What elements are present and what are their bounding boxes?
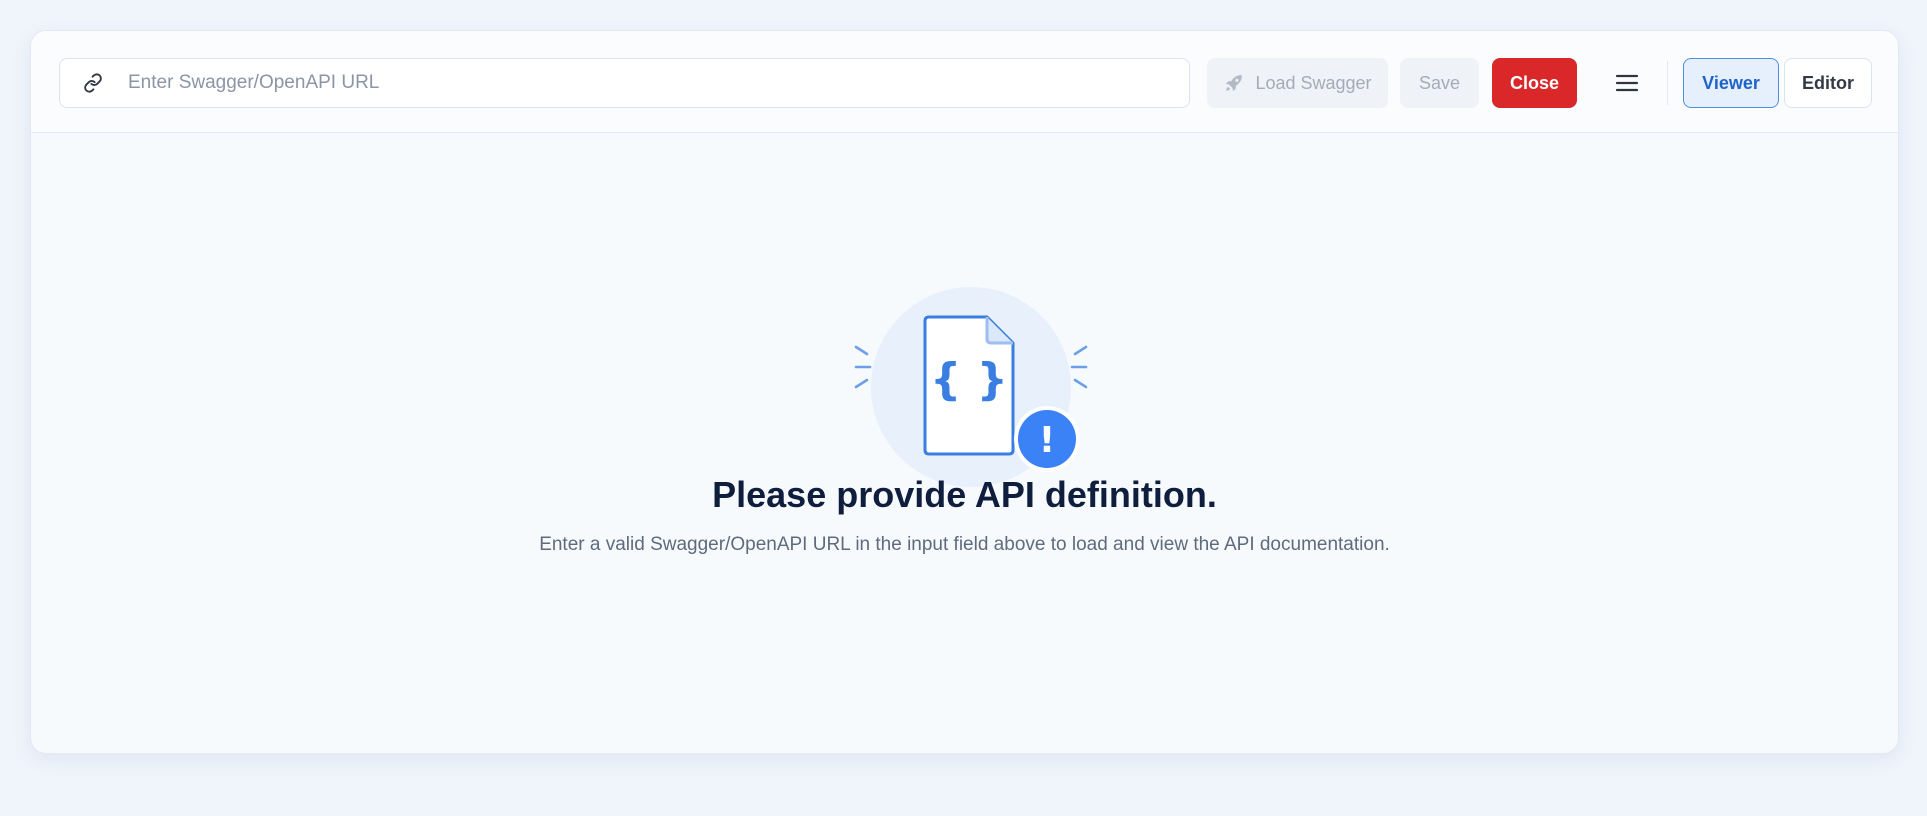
hamburger-menu-icon[interactable] xyxy=(1609,65,1645,101)
save-button[interactable]: Save xyxy=(1400,58,1479,108)
link-icon xyxy=(82,72,104,94)
rocket-icon xyxy=(1223,72,1245,94)
empty-state-title: Please provide API definition. xyxy=(712,474,1217,515)
spark-line-right-bottom xyxy=(1073,378,1088,389)
load-swagger-label: Load Swagger xyxy=(1255,72,1372,93)
braces-glyph: { } xyxy=(930,354,1008,405)
toolbar: Load Swagger Save Close Viewer Editor xyxy=(31,31,1898,133)
spark-line-left-bottom xyxy=(854,378,869,389)
toolbar-divider xyxy=(1667,61,1668,105)
spark-line-right-top xyxy=(1073,345,1088,356)
empty-state-description: Enter a valid Swagger/OpenAPI URL in the… xyxy=(539,534,1390,555)
viewer-label: Viewer xyxy=(1702,72,1760,93)
url-input[interactable] xyxy=(126,58,1189,108)
alert-glyph: ! xyxy=(1039,420,1055,461)
viewer-mode-button[interactable]: Viewer xyxy=(1683,58,1779,108)
close-label: Close xyxy=(1509,72,1560,93)
empty-state: { } ! Please provide API definition. Ent… xyxy=(31,132,1898,753)
editor-label: Editor xyxy=(1802,72,1854,93)
save-label: Save xyxy=(1418,72,1461,93)
close-button[interactable]: Close xyxy=(1492,58,1577,108)
api-document-icon: { } ! xyxy=(854,287,1088,487)
url-input-wrapper[interactable] xyxy=(59,58,1190,108)
load-swagger-button[interactable]: Load Swagger xyxy=(1207,58,1388,108)
api-document-illustration: { } ! xyxy=(821,282,1121,502)
editor-mode-button[interactable]: Editor xyxy=(1784,58,1872,108)
app-card: Load Swagger Save Close Viewer Editor xyxy=(30,30,1899,754)
spark-line-left-top xyxy=(854,345,869,356)
